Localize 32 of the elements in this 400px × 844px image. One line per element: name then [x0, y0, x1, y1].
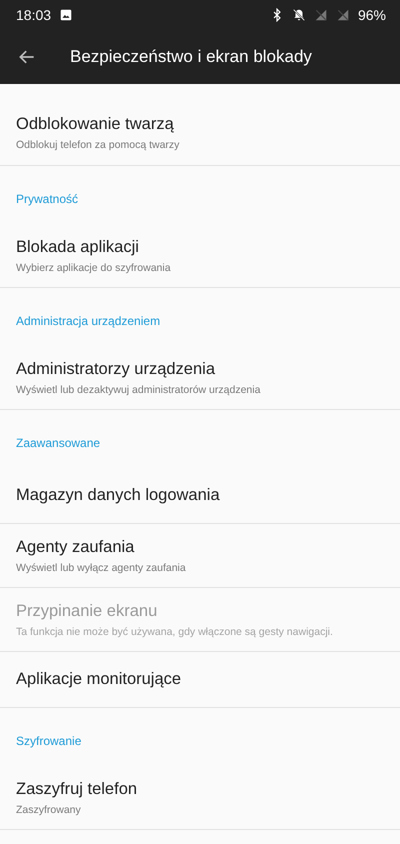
item-subtitle: Odblokuj telefon za pomocą twarzy [16, 138, 180, 150]
item-title: Agenty zaufania [16, 538, 136, 556]
settings-item[interactable]: Zaszyfruj telefon Zaszyfrowany [0, 766, 400, 830]
item-title: Blokada aplikacji [16, 238, 140, 256]
item-title: Aplikacje monitorujące [16, 670, 182, 689]
section-header: Administracja urządzeniem [15, 313, 162, 330]
settings-item[interactable]: Blokada aplikacji Wybierz aplikacje do szyfrowania [0, 224, 400, 288]
item-title: Administratorzy urządzenia [16, 360, 216, 378]
settings-item[interactable]: Agenty zaufania Wyświetl lub wyłącz agenty zaufania [0, 524, 400, 588]
settings-item[interactable]: Administratorzy urządzenia Wyświetl lub dezaktywuj administratorów urządzenia [0, 346, 400, 410]
item-title: Magazyn danych logowania [16, 486, 221, 505]
settings-item[interactable]: Magazyn danych logowania [0, 468, 400, 524]
item-subtitle: Wybierz aplikacje do szyfrowania [16, 262, 172, 274]
item-title: Zaszyfruj telefon [16, 780, 138, 798]
item-subtitle: Wyświetl lub wyłącz agenty zaufania [16, 562, 187, 574]
image-icon [59, 8, 74, 22]
battery-percent: 96% [358, 7, 386, 23]
item-title: Odblokowanie twarzą [16, 114, 175, 134]
settings-item[interactable]: Odblokowanie twarzą Odblokuj telefon za pomocą twarzy [0, 84, 400, 166]
no-sim-signal-icon [336, 8, 350, 22]
bell-off-icon [292, 8, 306, 22]
screen-title: Bezpieczeństwo i ekran blokady [70, 47, 312, 67]
settings-item[interactable]: Aplikacje monitorujące [0, 652, 400, 708]
section-header: Zaawansowane [15, 435, 102, 452]
item-title: Przypinanie ekranu [16, 602, 158, 620]
item-subtitle: Ta funkcja nie może być używana, gdy włączone są gesty nawigacji. [16, 626, 334, 638]
section-header: Prywatność [15, 191, 80, 208]
item-subtitle: Wyświetl lub dezaktywuj administratorów urządzenia [16, 384, 262, 396]
item-subtitle: Zaszyfrowany [16, 804, 82, 816]
no-sim-signal-icon [314, 8, 328, 22]
section-header: Szyfrowanie [15, 733, 82, 750]
status-time: 18:03 [16, 7, 52, 23]
